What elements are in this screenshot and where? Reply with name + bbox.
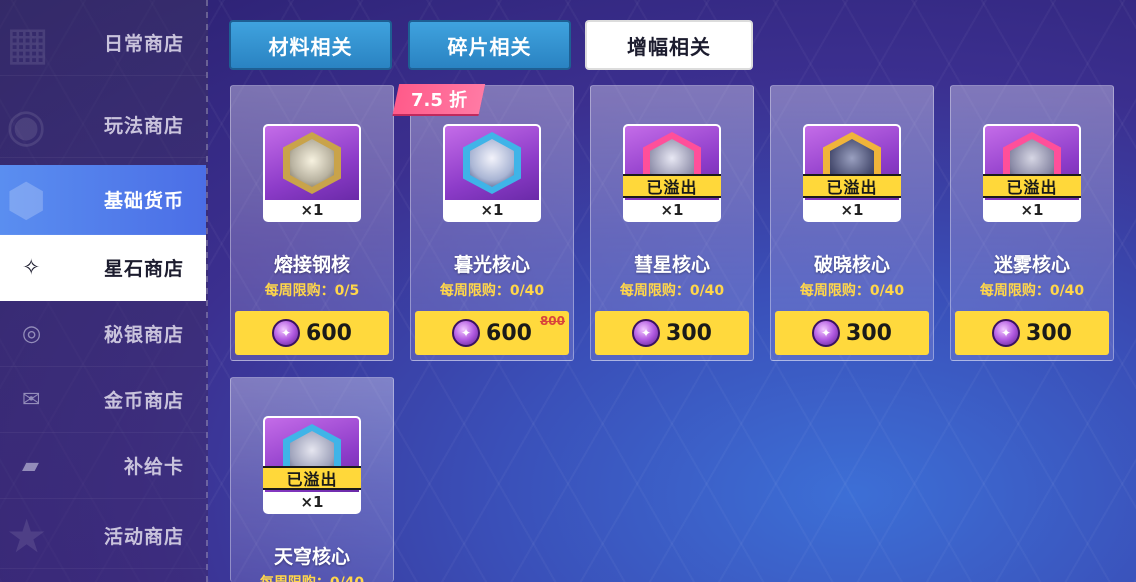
gamepad-icon: ◉ xyxy=(6,97,48,152)
crystal-currency-icon: ✦ xyxy=(632,319,661,347)
item-icon-frame: 已溢出 ×1 xyxy=(803,124,901,222)
item-icon-frame: 已溢出 ×1 xyxy=(983,124,1081,222)
discount-badge: 7.5 折 xyxy=(392,84,486,114)
buy-button[interactable]: ✦ 600 800 xyxy=(415,311,569,355)
item-purchase-limit: 每周限购：0/40 xyxy=(979,283,1085,299)
item-price: 300 xyxy=(1026,320,1072,346)
tab-label: 碎片相关 xyxy=(447,34,532,59)
item-purchase-limit: 每周限购：0/5 xyxy=(264,283,360,299)
overflow-banner: 已溢出 xyxy=(263,466,361,490)
twilight-core-icon xyxy=(463,132,521,194)
item-name: 天穹核心 xyxy=(273,546,350,568)
item-purchase-limit: 每周限购：0/40 xyxy=(619,283,725,299)
sidebar-item-label: 玩法商店 xyxy=(103,115,184,137)
ticket-icon: ✉ xyxy=(22,387,42,412)
sidebar-item-event-shop[interactable]: ★ 活动商店 xyxy=(0,503,206,569)
item-name: 熔接钢核 xyxy=(273,254,350,276)
item-quantity: ×1 xyxy=(480,201,504,219)
shop-item-card[interactable]: 已溢出 ×1 天穹核心 每周限购：0/40 xyxy=(230,377,394,582)
tab-label: 增幅相关 xyxy=(627,34,711,59)
crystal-icon: ✧ xyxy=(22,255,42,280)
original-price: 800 xyxy=(539,314,565,328)
overflow-banner: 已溢出 xyxy=(803,174,901,198)
sidebar-item-label: 星石商店 xyxy=(103,258,184,280)
shop-item-card[interactable]: 已溢出 ×1 破晓核心 每周限购：0/40 ✦ 300 xyxy=(770,85,934,361)
tab-materials[interactable]: 材料相关 xyxy=(229,20,392,70)
steel-core-icon xyxy=(283,132,341,194)
item-art xyxy=(445,126,539,200)
buy-button[interactable]: ✦ 600 xyxy=(235,311,389,355)
sidebar-item-label: 基础货币 xyxy=(103,190,184,212)
crystal-currency-icon: ✦ xyxy=(272,319,301,347)
calendar-icon: ▦ xyxy=(6,15,51,70)
item-name: 暮光核心 xyxy=(453,254,530,276)
sidebar-item-supply-card[interactable]: ▰ 补给卡 xyxy=(0,433,206,499)
item-price: 300 xyxy=(666,320,712,346)
buy-button[interactable]: ✦ 300 xyxy=(775,311,929,355)
item-purchase-limit: 每周限购：0/40 xyxy=(231,572,393,582)
item-name: 破晓核心 xyxy=(813,254,890,276)
item-icon-frame: 已溢出 ×1 xyxy=(263,416,361,514)
sidebar-divider xyxy=(206,0,208,582)
sidebar-item-label: 活动商店 xyxy=(103,526,184,548)
item-name: 迷雾核心 xyxy=(993,254,1070,276)
item-price: 300 xyxy=(846,320,892,346)
item-purchase-limit: 每周限购：0/40 xyxy=(799,283,905,299)
tab-label: 材料相关 xyxy=(268,34,353,59)
shop-sidebar: ▦ 日常商店 ◉ 玩法商店 ⬢ 基础货币 ✧ 星石商店 ◎ 秘银商店 ✉ 金币商… xyxy=(0,0,208,582)
item-quantity: ×1 xyxy=(300,493,324,511)
sidebar-item-mithril-shop[interactable]: ◎ 秘银商店 xyxy=(0,301,206,367)
item-quantity: ×1 xyxy=(1020,201,1044,219)
sidebar-item-label: 金币商店 xyxy=(103,390,184,412)
shop-item-card[interactable]: 已溢出 ×1 迷雾核心 每周限购：0/40 ✦ 300 xyxy=(950,85,1114,361)
item-icon-frame: ×1 xyxy=(443,124,541,222)
card-icon: ▰ xyxy=(22,453,40,478)
item-purchase-limit: 每周限购：0/40 xyxy=(439,283,545,299)
sidebar-item-gameplay-shop[interactable]: ◉ 玩法商店 xyxy=(0,92,206,158)
sidebar-item-label: 秘银商店 xyxy=(103,324,184,346)
crystal-currency-icon: ✦ xyxy=(992,319,1021,347)
item-price: 600 xyxy=(486,320,532,346)
sidebar-item-basic-currency[interactable]: ⬢ 基础货币 xyxy=(0,165,206,235)
tab-amplify[interactable]: 增幅相关 xyxy=(585,20,753,70)
overflow-banner: 已溢出 xyxy=(623,174,721,198)
item-quantity: ×1 xyxy=(660,201,684,219)
buy-button[interactable]: ✦ 300 xyxy=(595,311,749,355)
item-name: 彗星核心 xyxy=(633,254,710,276)
item-art xyxy=(265,126,359,200)
shop-item-card[interactable]: ×1 暮光核心 每周限购：0/40 ✦ 600 800 xyxy=(410,85,574,361)
item-icon-frame: ×1 xyxy=(263,124,361,222)
item-quantity: ×1 xyxy=(840,201,864,219)
crystal-currency-icon: ✦ xyxy=(812,319,841,347)
item-quantity: ×1 xyxy=(300,201,324,219)
overflow-banner: 已溢出 xyxy=(983,174,1081,198)
crystal-currency-icon: ✦ xyxy=(452,319,481,347)
spiral-icon: ◎ xyxy=(22,321,43,346)
sidebar-item-daily-shop[interactable]: ▦ 日常商店 xyxy=(0,10,206,76)
shop-item-card[interactable]: ×1 熔接钢核 每周限购：0/5 ✦ 600 xyxy=(230,85,394,361)
currency-icon: ⬢ xyxy=(6,172,48,227)
sidebar-item-label: 补给卡 xyxy=(123,456,184,478)
tab-fragments[interactable]: 碎片相关 xyxy=(408,20,571,70)
item-icon-frame: 已溢出 ×1 xyxy=(623,124,721,222)
sidebar-item-crystal-shop[interactable]: ✧ 星石商店 xyxy=(0,235,206,301)
star-icon: ★ xyxy=(6,508,49,563)
item-price: 600 xyxy=(306,320,352,346)
sidebar-item-label: 日常商店 xyxy=(103,33,184,55)
buy-button[interactable]: ✦ 300 xyxy=(955,311,1109,355)
shop-item-card[interactable]: 已溢出 ×1 彗星核心 每周限购：0/40 ✦ 300 xyxy=(590,85,754,361)
sidebar-item-coin-shop[interactable]: ✉ 金币商店 xyxy=(0,367,206,433)
